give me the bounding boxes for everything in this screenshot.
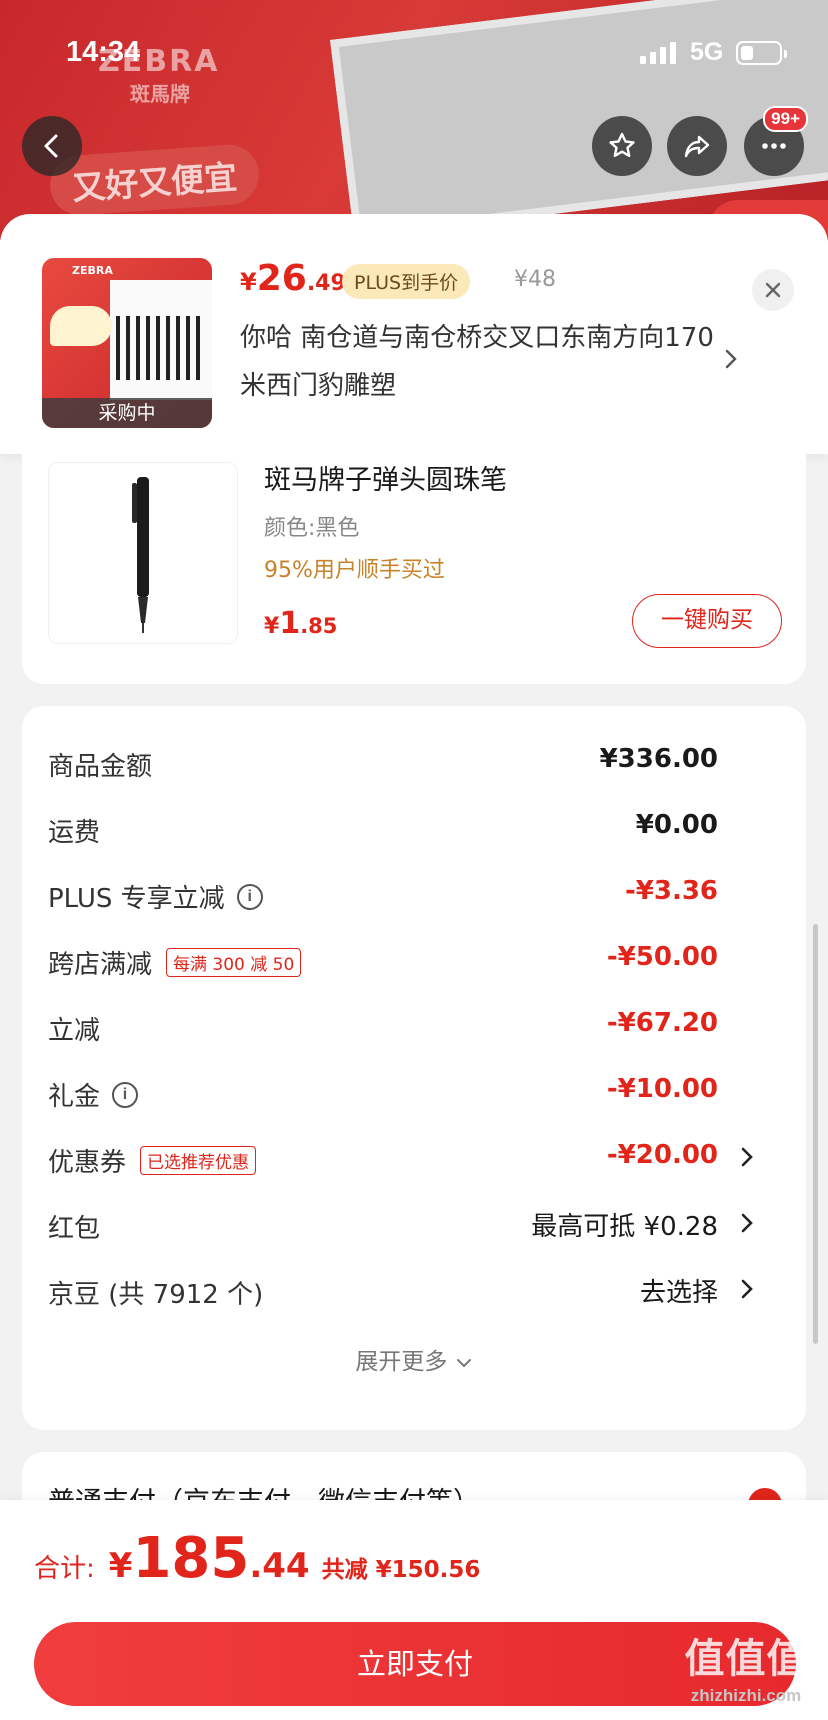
- recommendation-title[interactable]: 斑马牌子弹头圆珠笔: [264, 458, 507, 497]
- fee-row-gift-money: 礼金 i -¥10.00: [48, 1068, 806, 1118]
- original-price: ¥48: [514, 267, 556, 292]
- thumbnail-caption: 采购中: [42, 398, 212, 428]
- chevron-right-icon: [741, 1147, 753, 1167]
- fee-row-plus-discount: PLUS 专享立减 i -¥3.36: [48, 870, 806, 920]
- one-click-buy-button[interactable]: 一键购买: [632, 594, 782, 648]
- fee-value: -¥10.00: [606, 1074, 718, 1104]
- pens-image: [116, 316, 206, 380]
- recommendation-price: ¥1.85: [264, 606, 338, 641]
- expand-more-label: 展开更多: [355, 1349, 448, 1375]
- floating-product-card[interactable]: ZEBRA 采购中 ¥26.49 PLUS到手价 ¥48 你哈 南仓道与南仓桥交…: [0, 214, 828, 454]
- fee-label: 优惠券: [48, 1148, 127, 1178]
- scrollbar[interactable]: [813, 924, 818, 1344]
- fee-row-shipping: 运费 ¥0.00: [48, 804, 806, 854]
- info-icon[interactable]: i: [112, 1081, 139, 1108]
- chevron-left-icon: [44, 134, 58, 158]
- thumbnail-logo: ZEBRA: [72, 264, 113, 277]
- total-amount: 185: [132, 1526, 250, 1591]
- plus-price-tag: PLUS到手价: [342, 264, 471, 299]
- fee-value: -¥50.00: [606, 942, 718, 972]
- fee-label: PLUS 专享立减: [48, 884, 225, 914]
- chevron-down-icon: [456, 1359, 471, 1368]
- fee-value: ¥0.00: [635, 810, 718, 840]
- fee-row-goods: 商品金额 ¥336.00: [48, 738, 806, 788]
- recommendation-color: 颜色:黑色: [264, 516, 360, 541]
- watermark-logo: 值值值 zhizhizhi.com: [684, 1636, 808, 1705]
- info-icon[interactable]: i: [236, 883, 263, 910]
- coupon-tag: 已选推荐优惠: [140, 1146, 257, 1175]
- share-button[interactable]: [667, 116, 727, 176]
- fee-row-cross-store: 跨店满减 每满 300 减 50 -¥50.00: [48, 936, 806, 986]
- chevron-right-icon: [741, 1213, 753, 1233]
- fee-label: 运费: [48, 818, 101, 848]
- recommendation-image[interactable]: [48, 462, 238, 644]
- total-label: 合计:: [34, 1554, 95, 1584]
- fee-value: 最高可抵 ¥0.28: [531, 1212, 718, 1242]
- order-summary: 商品金额 ¥336.00 运费 ¥0.00 PLUS 专享立减 i -¥3.36 …: [22, 706, 806, 1430]
- fee-label: 商品金额: [48, 752, 153, 782]
- fee-row-coupon[interactable]: 优惠券 已选推荐优惠 -¥20.00: [48, 1134, 806, 1184]
- fee-label: 立减: [48, 1016, 101, 1046]
- back-button[interactable]: [22, 116, 82, 176]
- battery-icon: [736, 41, 787, 65]
- favorite-button[interactable]: [592, 116, 652, 176]
- chevron-right-icon: [741, 1279, 753, 1299]
- fee-value: 去选择: [639, 1278, 718, 1308]
- recommendation-card: 斑马牌子弹头圆珠笔 颜色:黑色 95%用户顺手买过 ¥1.85 一键购买: [22, 440, 806, 684]
- fee-label: 红包: [48, 1214, 101, 1244]
- fee-row-instant-discount: 立减 -¥67.20: [48, 1002, 806, 1052]
- close-button[interactable]: [752, 269, 794, 311]
- more-button[interactable]: 99+: [744, 106, 808, 176]
- star-icon: [609, 132, 635, 157]
- expand-more-button[interactable]: 展开更多: [22, 1342, 806, 1376]
- repurchase-rate: 95%用户顺手买过: [264, 558, 445, 583]
- promo-tag: 每满 300 减 50: [166, 948, 302, 977]
- notification-badge: 99+: [763, 106, 808, 132]
- fee-label: 跨店满减: [48, 950, 153, 980]
- total-saved: 共减 ¥150.56: [321, 1557, 481, 1583]
- close-icon: [765, 282, 781, 298]
- fee-row-jd-beans[interactable]: 京豆 (共 7912 个) 去选择: [48, 1266, 806, 1316]
- fee-value: -¥3.36: [624, 876, 718, 906]
- fee-row-red-packet[interactable]: 红包 最高可抵 ¥0.28: [48, 1200, 806, 1250]
- fee-value: ¥336.00: [599, 744, 718, 774]
- floating-price: ¥26.49: [240, 258, 346, 299]
- signal-icon: [640, 42, 678, 64]
- fee-value: -¥20.00: [606, 1140, 718, 1170]
- status-time: 14:34: [66, 36, 141, 68]
- order-total: 合计: ¥185.44 共减 ¥150.56: [34, 1526, 481, 1591]
- more-icon: [762, 143, 786, 149]
- product-thumbnail[interactable]: ZEBRA 采购中: [42, 258, 212, 428]
- delivery-address[interactable]: 你哈 南仓道与南仓桥交叉口东南方向170米西门豹雕塑: [240, 314, 720, 410]
- fee-label: 礼金: [48, 1082, 101, 1112]
- share-icon: [684, 135, 710, 158]
- checkout-bar: 合计: ¥185.44 共减 ¥150.56 立即支付 值值值 zhizhizh…: [0, 1500, 828, 1720]
- chevron-right-icon: [725, 349, 737, 369]
- status-bar: 14:34 5G: [0, 0, 828, 110]
- network-type: 5G: [690, 38, 724, 66]
- fee-label: 京豆 (共 7912 个): [48, 1280, 264, 1310]
- pen-image: [132, 477, 149, 633]
- fee-value: -¥67.20: [606, 1008, 718, 1038]
